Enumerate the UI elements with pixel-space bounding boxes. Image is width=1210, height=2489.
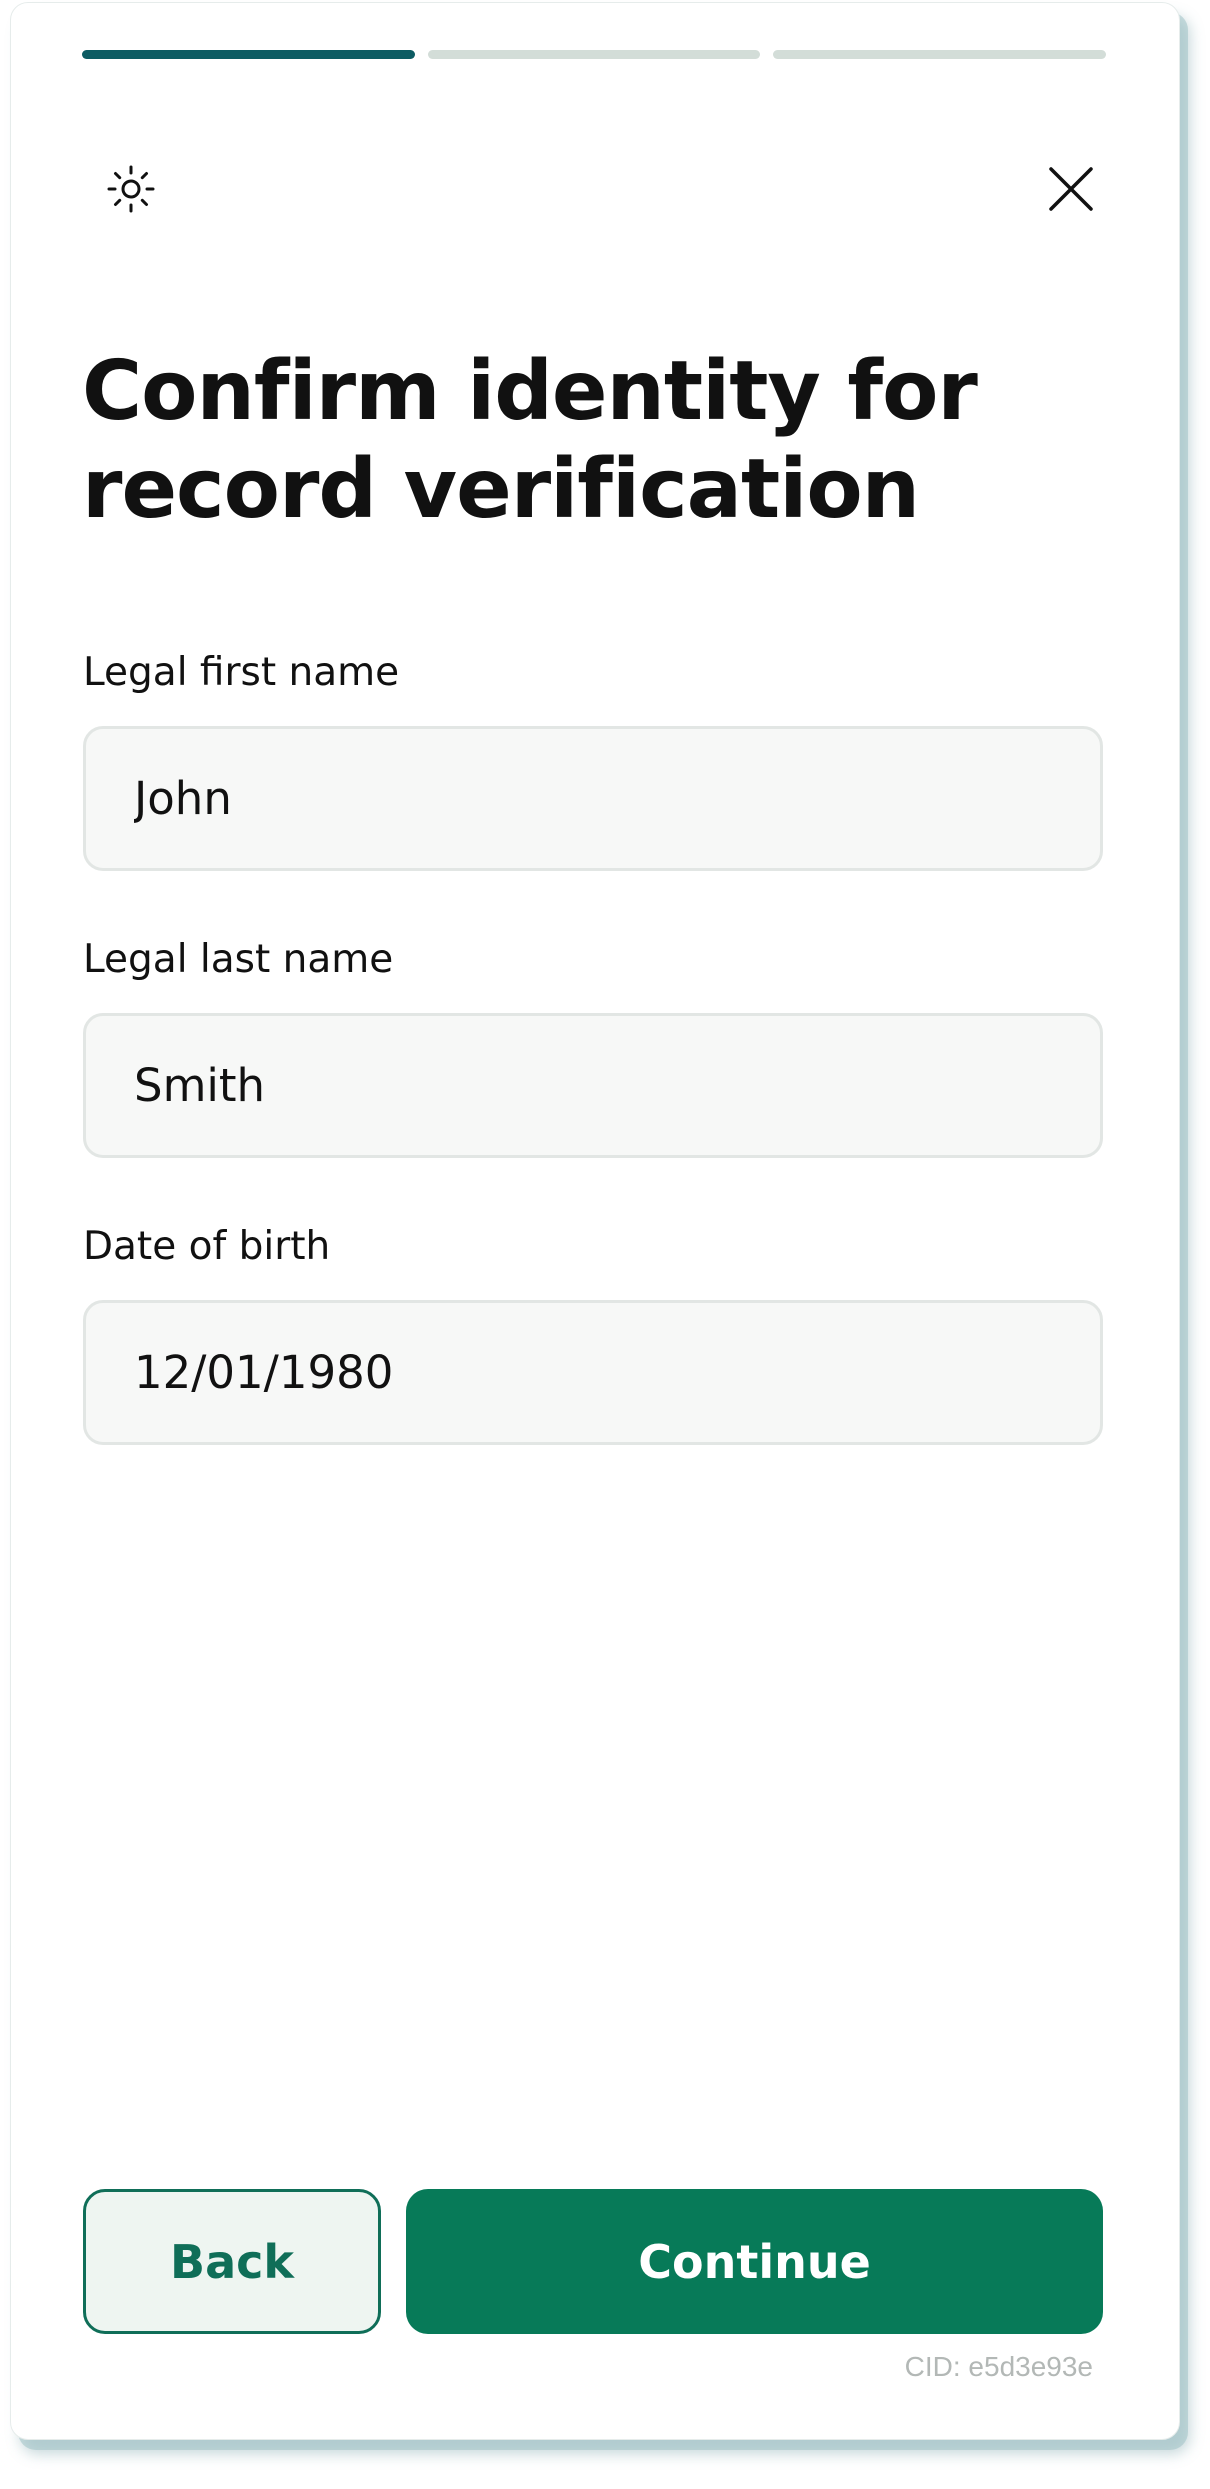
progress-step-1 (82, 50, 415, 59)
verification-card: Confirm identity for record verification… (10, 2, 1180, 2440)
dob-field[interactable] (83, 1300, 1103, 1445)
first-name-label: Legal first name (83, 650, 400, 695)
first-name-input[interactable] (134, 772, 1100, 825)
progress-step-3 (773, 50, 1107, 59)
dob-input[interactable] (134, 1346, 1100, 1399)
sun-icon (107, 165, 155, 213)
progress-step-2 (427, 50, 761, 59)
page-title-line-1: Confirm identity for (82, 344, 978, 439)
page-title-line-2: record verification (82, 442, 920, 537)
page-title: Confirm identity for record verification (82, 343, 1102, 539)
close-icon (1049, 167, 1093, 211)
close-button[interactable] (1031, 149, 1111, 229)
continue-button[interactable]: Continue (406, 2189, 1103, 2334)
first-name-field[interactable] (83, 726, 1103, 871)
last-name-label: Legal last name (83, 937, 394, 982)
last-name-input[interactable] (134, 1059, 1100, 1112)
correlation-id: CID: e5d3e93e (904, 2351, 1093, 2382)
back-button[interactable]: Back (83, 2189, 381, 2334)
last-name-field[interactable] (83, 1013, 1103, 1158)
dob-label: Date of birth (83, 1224, 331, 1269)
progress-bar (82, 50, 1107, 59)
theme-toggle-button[interactable] (91, 149, 171, 229)
